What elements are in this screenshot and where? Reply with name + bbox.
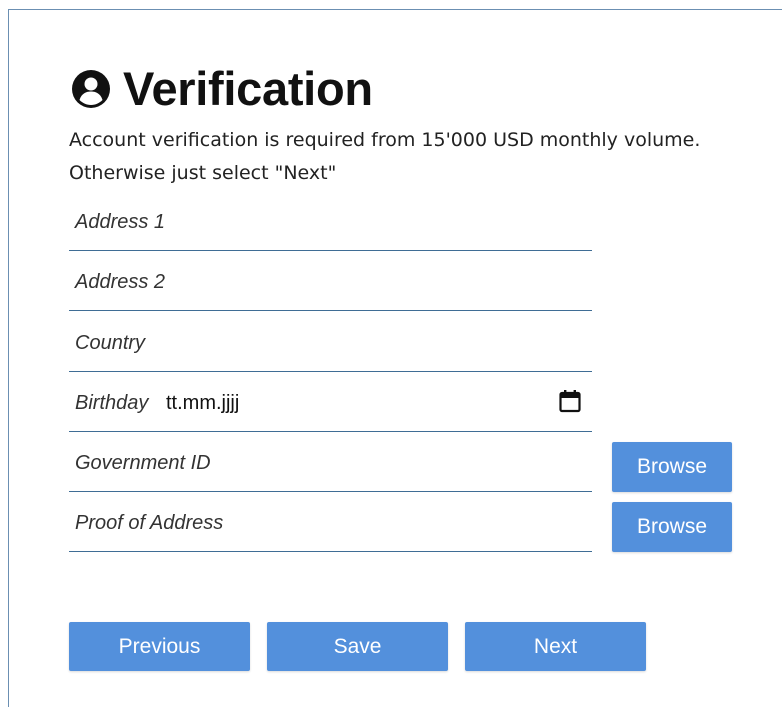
address2-field[interactable]: Address 2 bbox=[69, 263, 592, 311]
address1-placeholder: Address 1 bbox=[75, 211, 166, 233]
country-field[interactable]: Country bbox=[69, 324, 592, 372]
address1-field[interactable]: Address 1 bbox=[69, 203, 592, 251]
user-circle-icon bbox=[71, 69, 111, 109]
calendar-icon[interactable] bbox=[558, 388, 582, 414]
address2-placeholder: Address 2 bbox=[75, 271, 166, 293]
government-id-label: Government ID bbox=[75, 452, 211, 474]
birthday-field[interactable]: Birthday tt.mm.jjjj bbox=[69, 384, 592, 432]
birthday-label: Birthday bbox=[75, 392, 149, 414]
previous-button[interactable]: Previous bbox=[69, 622, 250, 671]
page-description: Account verification is required from 15… bbox=[69, 124, 759, 190]
proof-of-address-browse-button[interactable]: Browse bbox=[612, 502, 732, 552]
next-button[interactable]: Next bbox=[465, 622, 646, 671]
country-placeholder: Country bbox=[75, 332, 146, 354]
page-header: Verification bbox=[71, 62, 373, 116]
government-id-field[interactable]: Government ID bbox=[69, 444, 592, 492]
description-line-2: Otherwise just select "Next" bbox=[69, 162, 337, 184]
government-id-browse-button[interactable]: Browse bbox=[612, 442, 732, 492]
proof-of-address-field[interactable]: Proof of Address bbox=[69, 504, 592, 552]
save-button[interactable]: Save bbox=[267, 622, 448, 671]
proof-of-address-label: Proof of Address bbox=[75, 512, 224, 534]
description-line-1: Account verification is required from 15… bbox=[69, 129, 701, 151]
page-title: Verification bbox=[123, 62, 373, 115]
birthday-date-value: tt.mm.jjjj bbox=[166, 392, 240, 414]
